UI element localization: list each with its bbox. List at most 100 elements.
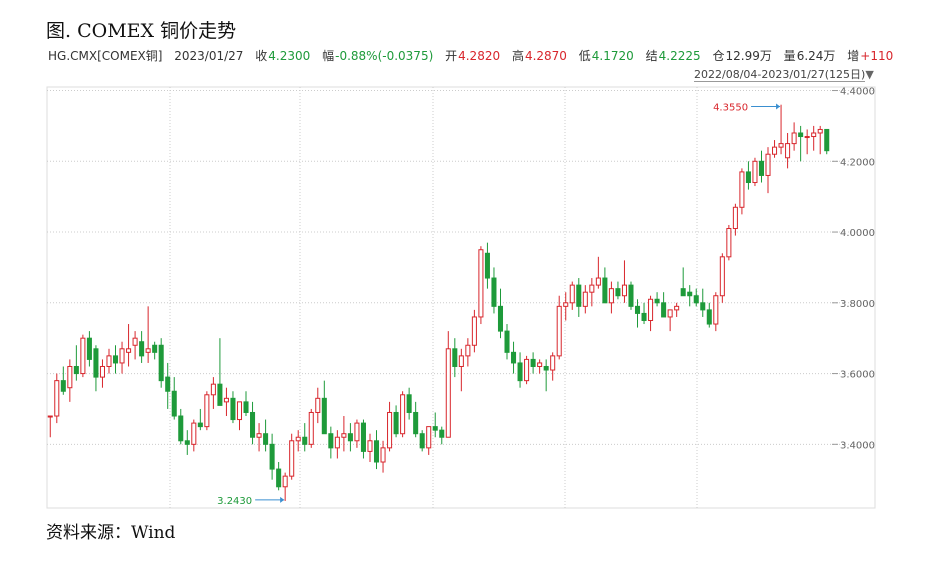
candle [67, 359, 73, 402]
candle [210, 377, 216, 409]
candle-body [524, 358, 530, 382]
candle-body [367, 440, 373, 452]
candle-body [471, 316, 477, 346]
candle-body [302, 436, 308, 445]
candle-body [250, 411, 256, 438]
candle-body [687, 291, 693, 297]
candle [661, 292, 667, 318]
candle-body [628, 284, 634, 307]
candle-body [726, 228, 732, 258]
candle [497, 288, 504, 339]
candle [360, 419, 366, 459]
candle-body [47, 415, 53, 418]
candle-body [772, 146, 778, 155]
candle-body [165, 376, 171, 392]
annotation-arrow-icon [776, 103, 781, 110]
candle [543, 359, 549, 392]
candle-body [217, 383, 223, 406]
candle [798, 125, 804, 162]
candle-body [93, 348, 99, 378]
candle [60, 366, 66, 395]
candle [236, 401, 243, 431]
candle [824, 128, 830, 155]
candle [119, 341, 125, 374]
candle-body [804, 136, 810, 139]
candle-body [608, 288, 614, 304]
candle-body [491, 277, 497, 307]
candle [432, 412, 438, 438]
candle-body [269, 443, 275, 470]
candle [256, 423, 262, 452]
candle [99, 359, 105, 388]
candle-body [341, 433, 347, 438]
candle-body [171, 390, 177, 417]
candle-body [595, 277, 601, 286]
candle-body [373, 440, 380, 463]
candle [478, 246, 484, 325]
candle-body [739, 171, 745, 208]
candle [47, 415, 53, 438]
candle [406, 387, 412, 420]
candle-body [661, 302, 667, 318]
candle-body [752, 160, 758, 184]
candle [745, 161, 751, 190]
candle-body [791, 132, 797, 145]
candle [537, 359, 543, 374]
candle [471, 309, 477, 353]
candle [648, 295, 654, 332]
candle-body [582, 291, 588, 307]
candle [393, 405, 399, 438]
y-tick-label: 3.6000 [840, 370, 875, 381]
candle [595, 256, 601, 289]
candle [367, 433, 373, 463]
candle [223, 387, 229, 417]
candle [732, 203, 738, 236]
y-tick-label: 4.2000 [840, 157, 875, 168]
candle-body [347, 433, 353, 442]
candle-body [484, 252, 490, 279]
candle [191, 419, 197, 452]
candle [458, 348, 464, 392]
candle [295, 430, 301, 452]
candle [171, 377, 177, 420]
candle [687, 285, 693, 307]
candle [517, 352, 523, 388]
candle-body [719, 256, 725, 297]
candle [204, 391, 210, 431]
candle-body [197, 422, 203, 428]
candle [93, 345, 99, 392]
candle-body [393, 411, 399, 435]
candlestick-chart: 3.4000 3.6000 3.8000 4.0000 4.2000 4.4000 4.3… [46, 86, 876, 509]
candle [491, 267, 497, 314]
candle [426, 426, 432, 455]
candle [413, 401, 419, 438]
candle [250, 401, 256, 445]
candle-body [406, 394, 412, 413]
candle [289, 433, 295, 480]
candle-body [817, 128, 823, 134]
candle-body [550, 355, 556, 371]
candle [713, 292, 719, 332]
candle-body [426, 426, 432, 449]
candle-body [263, 433, 269, 445]
candle-body [680, 288, 686, 297]
candle-body [504, 330, 510, 353]
candle-body [648, 298, 654, 321]
candle [439, 426, 445, 445]
candle-body [700, 302, 706, 311]
candle-body [732, 206, 738, 230]
candle [726, 224, 732, 261]
candle [73, 345, 79, 381]
candle-body [80, 337, 86, 375]
candle [354, 419, 360, 448]
candle [86, 331, 92, 367]
candle [276, 462, 282, 491]
candle [582, 285, 588, 314]
candle-body [758, 160, 765, 176]
candle [569, 281, 575, 310]
candle-body [191, 422, 197, 445]
candle-body [73, 365, 79, 375]
candle [758, 150, 765, 183]
candle-body [139, 341, 145, 357]
candle-body [321, 397, 327, 435]
